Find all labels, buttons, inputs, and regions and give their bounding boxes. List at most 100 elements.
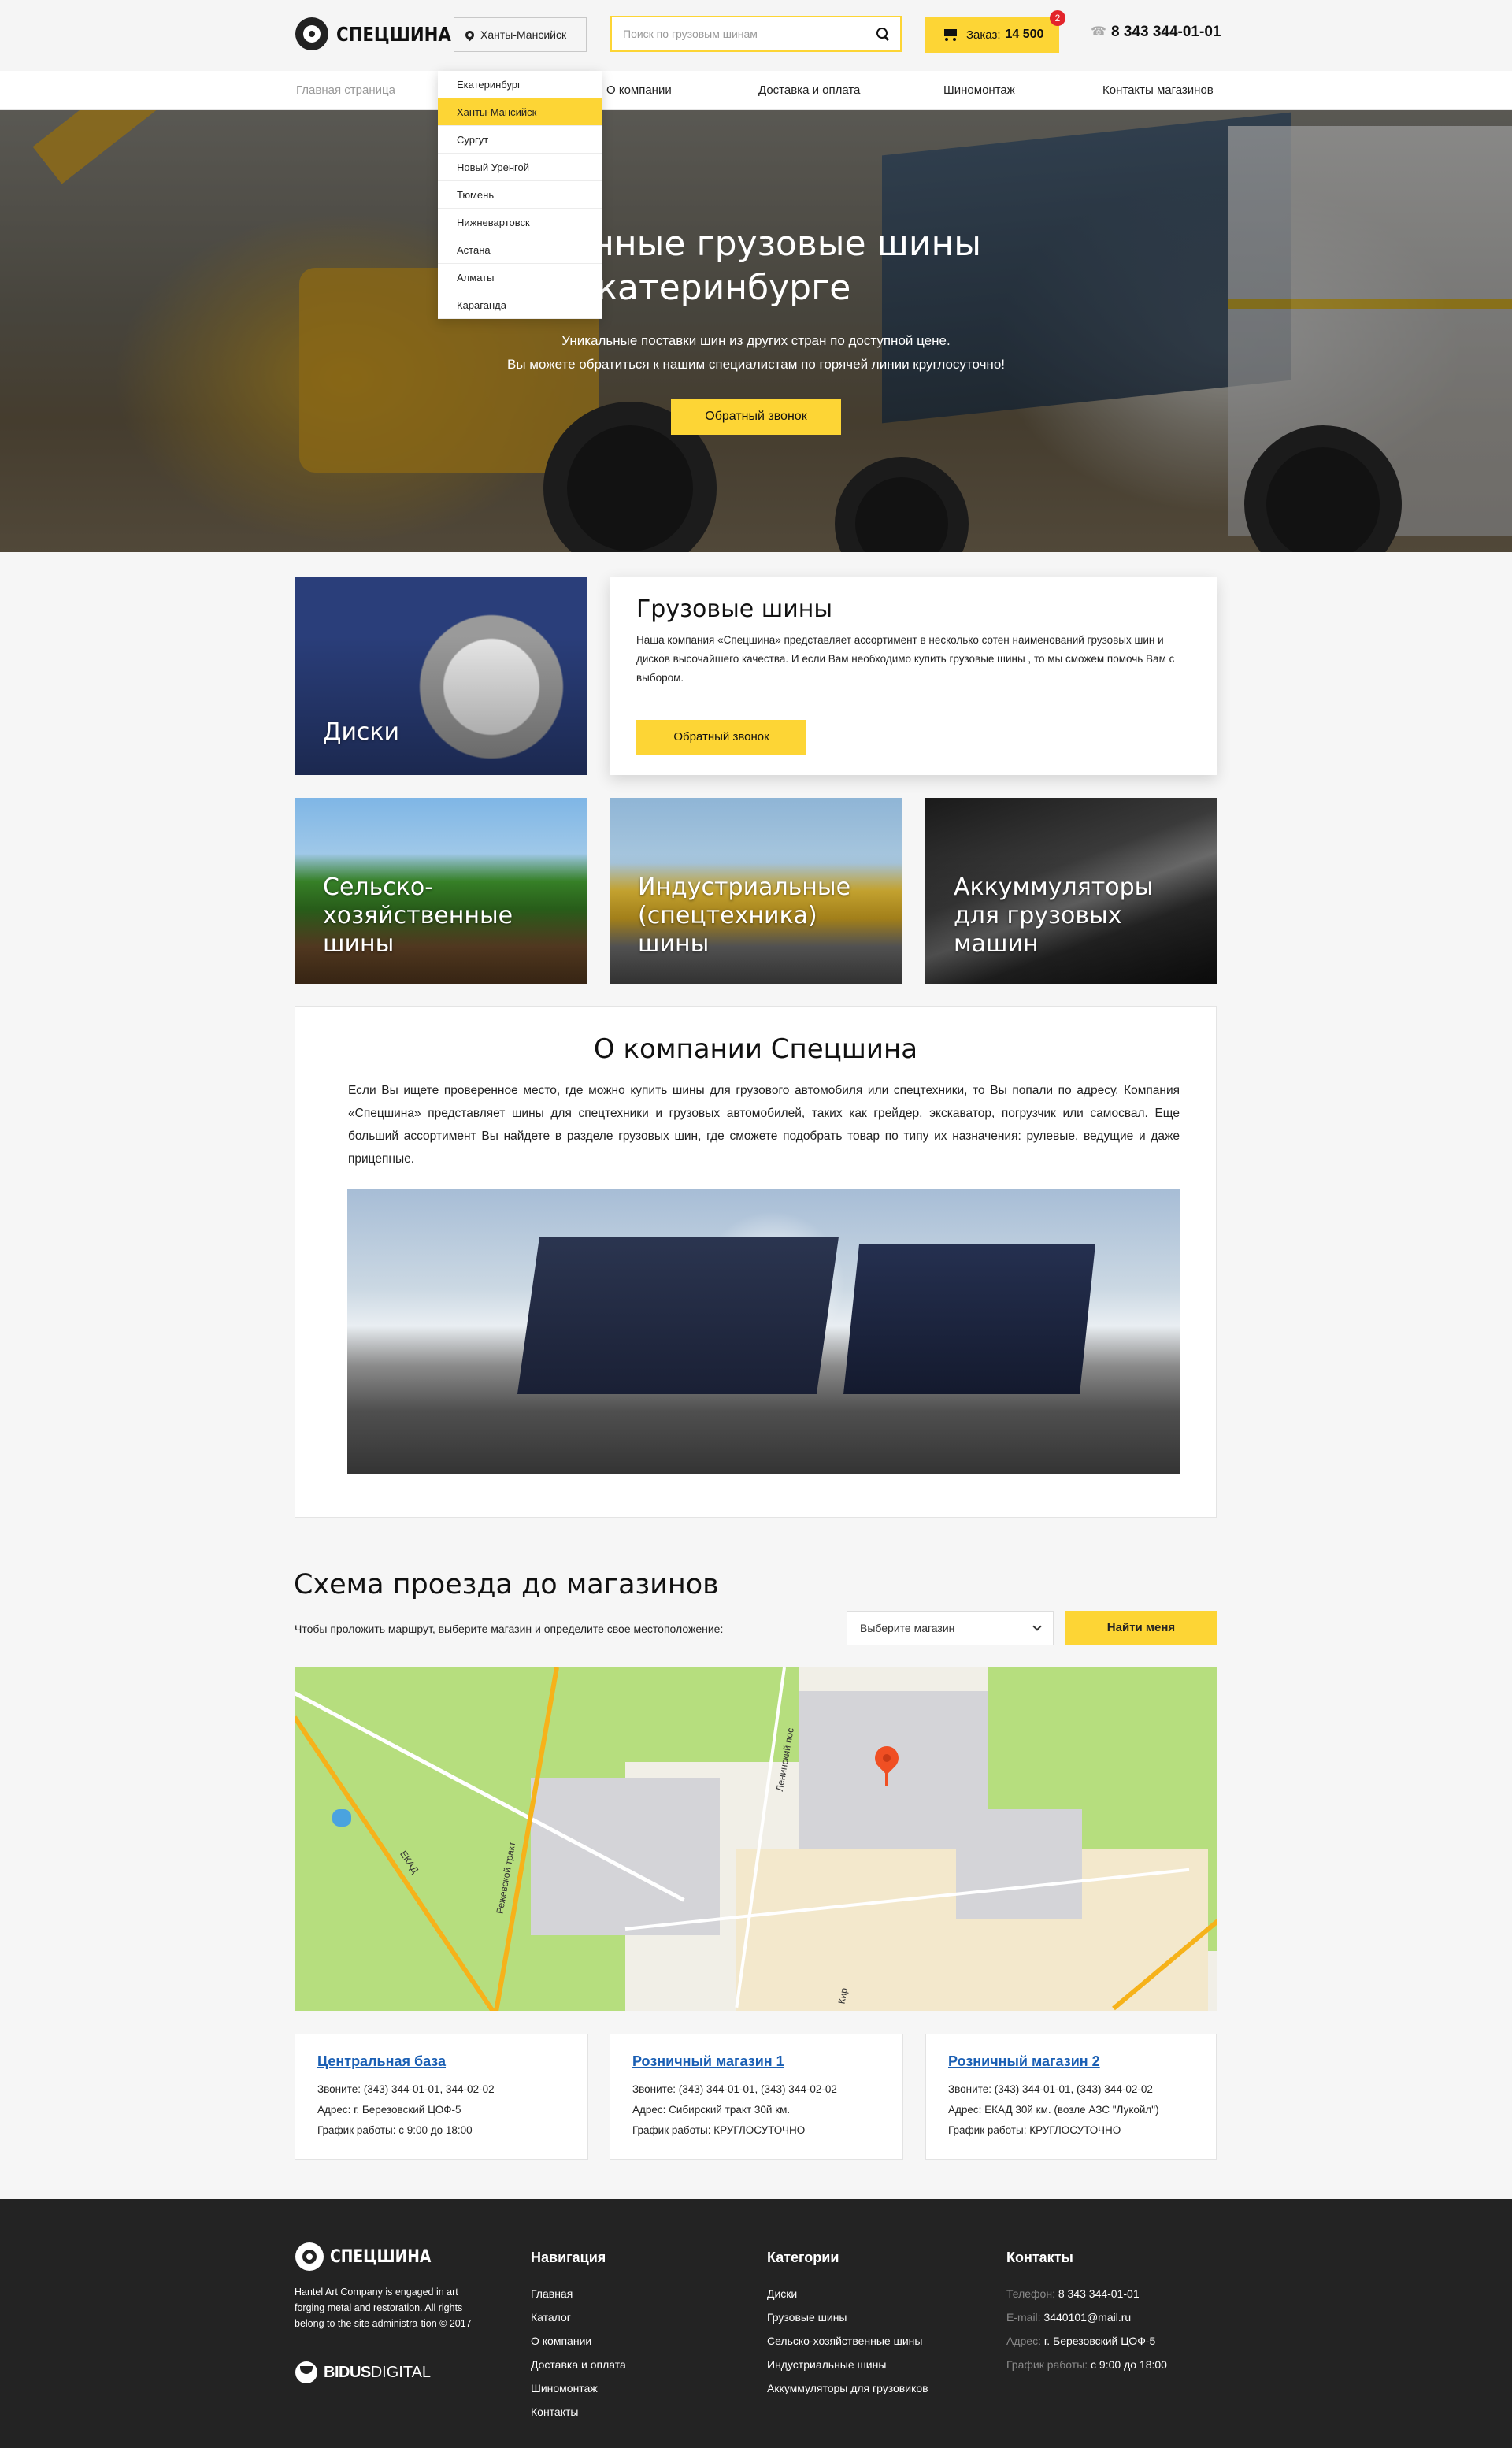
footer-nav-column: Навигация Главная Каталог О компании Дос… — [531, 2250, 626, 2424]
nav-item-contacts[interactable]: Контакты магазинов — [1102, 83, 1214, 97]
footer-nav-link[interactable]: Доставка и оплата — [531, 2353, 626, 2376]
store-address: Адрес: ЕКАД 30й км. (возле АЗС "Лукойл") — [948, 2104, 1159, 2116]
contact-value: 8 343 344-01-01 — [1058, 2287, 1140, 2300]
feature-text: Наша компания «Спецшина» представляет ас… — [636, 634, 1175, 684]
cart-amount: 14 500 — [1005, 28, 1044, 41]
hero-banner: енные грузовые шины в Екатеринбурге Уник… — [0, 110, 1512, 552]
developer-name-bold: BIDUS — [324, 2363, 371, 2381]
city-option[interactable]: Караганда — [438, 291, 602, 319]
footer-logo[interactable]: СПЕЦШИНА — [295, 2242, 449, 2271]
cart-button[interactable]: Заказ: 14 500 2 — [925, 10, 1065, 53]
cart-count-badge: 2 — [1050, 10, 1065, 26]
feature-truck-tires: Грузовые шины Наша компания «Спецшина» п… — [610, 577, 1217, 775]
footer-contact-phone: Телефон: 8 343 344-01-01 — [1006, 2282, 1167, 2305]
nav-item-delivery[interactable]: Доставка и оплата — [758, 83, 860, 97]
footer-contacts-column: Контакты Телефон: 8 343 344-01-01 E-mail… — [1006, 2250, 1167, 2376]
developer-logo[interactable]: BIDUS DIGITAL — [295, 2361, 431, 2383]
category-card-industrial[interactable]: Индустриальные (спецтехника) шины — [610, 798, 902, 984]
feature-callback-button[interactable]: Обратный звонок — [636, 720, 806, 755]
site-logo[interactable]: СПЕЦШИНА — [295, 17, 472, 50]
header-phone[interactable]: ☎ 8 343 344-01-01 — [1091, 24, 1221, 41]
store-card: Розничный магазин 1 Звоните: (343) 344-0… — [610, 2034, 903, 2160]
footer-nav-link[interactable]: Главная — [531, 2282, 626, 2305]
city-option[interactable]: Екатеринбург — [438, 71, 602, 98]
footer-categories-column: Категории Диски Грузовые шины Сельско-хо… — [767, 2250, 928, 2400]
city-option[interactable]: Алматы — [438, 264, 602, 291]
city-option[interactable]: Тюмень — [438, 181, 602, 209]
footer-nav-title: Навигация — [531, 2250, 606, 2265]
chevron-down-icon — [1032, 1622, 1042, 1631]
city-selector-label: Ханты-Мансийск — [480, 28, 567, 41]
map-lake — [332, 1809, 351, 1827]
footer-about-text: Hantel Art Company is engaged in art for… — [295, 2287, 472, 2329]
nav-item-home[interactable]: Главная страница — [296, 83, 395, 97]
city-option[interactable]: Новый Уренгой — [438, 154, 602, 181]
map-area — [956, 1809, 1082, 1919]
nav-item-tire-service[interactable]: Шиномонтаж — [943, 83, 1015, 97]
footer-category-link[interactable]: Сельско-хозяйственные шины — [767, 2329, 928, 2353]
main-nav: Главная страница О компании Доставка и о… — [0, 71, 1512, 110]
footer-contacts-title: Контакты — [1006, 2250, 1073, 2265]
contact-value[interactable]: 3440101@mail.ru — [1043, 2311, 1131, 2324]
footer-nav-link[interactable]: О компании — [531, 2329, 626, 2353]
footer-category-link[interactable]: Грузовые шины — [767, 2305, 928, 2329]
find-me-button[interactable]: Найти меня — [1065, 1611, 1217, 1645]
about-trucks-photo — [347, 1189, 1180, 1474]
footer-categories-title: Категории — [767, 2250, 839, 2265]
hero-subtitle: Уникальные поставки шин из других стран … — [394, 329, 1118, 376]
store-phone: Звоните: (343) 344-01-01, (343) 344-02-0… — [948, 2083, 1153, 2095]
route-map[interactable]: ЕКАД Режевской тракт Ленинский пос Кир — [295, 1667, 1217, 2011]
hero-subtitle-line1: Уникальные поставки шин из других стран … — [561, 333, 951, 348]
cart-label: Заказ: — [966, 28, 1001, 42]
category-label: Диски — [323, 718, 400, 746]
store-address: Адрес: Сибирский тракт 30й км. — [632, 2104, 791, 2116]
footer-nav-link[interactable]: Шиномонтаж — [531, 2376, 626, 2400]
hero-callback-button[interactable]: Обратный звонок — [671, 399, 841, 435]
photo-truck — [843, 1244, 1095, 1394]
store-hours: График работы: КРУГЛОСУТОЧНО — [948, 2124, 1121, 2136]
store-name-link[interactable]: Центральная база — [317, 2053, 565, 2070]
logo-text: СПЕЦШИНА — [336, 22, 451, 46]
store-card: Центральная база Звоните: (343) 344-01-0… — [295, 2034, 588, 2160]
contact-value: г. Березовский ЦОФ-5 — [1043, 2335, 1156, 2347]
city-option[interactable]: Нижневартовск — [438, 209, 602, 236]
store-phone: Звоните: (343) 344-01-01, 344-02-02 — [317, 2083, 495, 2095]
city-option[interactable]: Астана — [438, 236, 602, 264]
store-select-value: Выберите магазин — [860, 1622, 955, 1634]
photo-truck — [517, 1237, 839, 1394]
footer-logo-text: СПЕЦШИНА — [330, 2246, 432, 2267]
footer-contact-email: E-mail: 3440101@mail.ru — [1006, 2305, 1167, 2329]
footer-category-link[interactable]: Аккуммуляторы для грузовиков — [767, 2376, 928, 2400]
store-name-link[interactable]: Розничный магазин 2 — [948, 2053, 1194, 2070]
category-card-agricultural[interactable]: Сельско-хозяйственные шины — [295, 798, 587, 984]
feature-title: Грузовые шины — [636, 595, 833, 623]
category-label: Аккуммуляторы для грузовых машин — [954, 873, 1154, 958]
site-footer: СПЕЦШИНА Hantel Art Company is engaged i… — [0, 2199, 1512, 2448]
site-header: СПЕЦШИНА Ханты-Мансийск Заказ: 14 500 2 … — [0, 0, 1512, 71]
footer-contact-address: Адрес: г. Березовский ЦОФ-5 — [1006, 2329, 1167, 2353]
search-input[interactable] — [623, 28, 876, 40]
route-title: Схема проезда до магазинов — [294, 1569, 719, 1600]
contact-value: с 9:00 до 18:00 — [1091, 2358, 1167, 2371]
city-option-selected[interactable]: Ханты-Мансийск — [438, 98, 602, 126]
route-hint: Чтобы проложить маршрут, выберите магази… — [295, 1623, 724, 1635]
category-card-batteries[interactable]: Аккуммуляторы для грузовых машин — [925, 798, 1217, 984]
city-selector-button[interactable]: Ханты-Мансийск — [454, 17, 587, 52]
store-card: Розничный магазин 2 Звоните: (343) 344-0… — [925, 2034, 1217, 2160]
store-name-link[interactable]: Розничный магазин 1 — [632, 2053, 880, 2070]
footer-category-link[interactable]: Диски — [767, 2282, 928, 2305]
footer-nav-link[interactable]: Контакты — [531, 2400, 626, 2424]
city-option[interactable]: Сургут — [438, 126, 602, 154]
search-icon[interactable] — [876, 28, 889, 40]
about-section: О компании Спецшина Если Вы ищете провер… — [295, 1006, 1217, 1518]
footer-nav-link[interactable]: Каталог — [531, 2305, 626, 2329]
category-card-disks[interactable]: Диски — [295, 577, 587, 775]
nav-item-about[interactable]: О компании — [606, 83, 672, 97]
hero-subtitle-line2: Вы можете обратиться к нашим специалиста… — [507, 357, 1005, 372]
logo-wheel-icon — [295, 17, 328, 50]
store-address: Адрес: г. Березовский ЦОФ-5 — [317, 2104, 461, 2116]
footer-category-link[interactable]: Индустриальные шины — [767, 2353, 928, 2376]
contact-key: Адрес: — [1006, 2335, 1041, 2347]
store-select[interactable]: Выберите магазин — [847, 1611, 1054, 1645]
pin-icon — [463, 28, 476, 41]
